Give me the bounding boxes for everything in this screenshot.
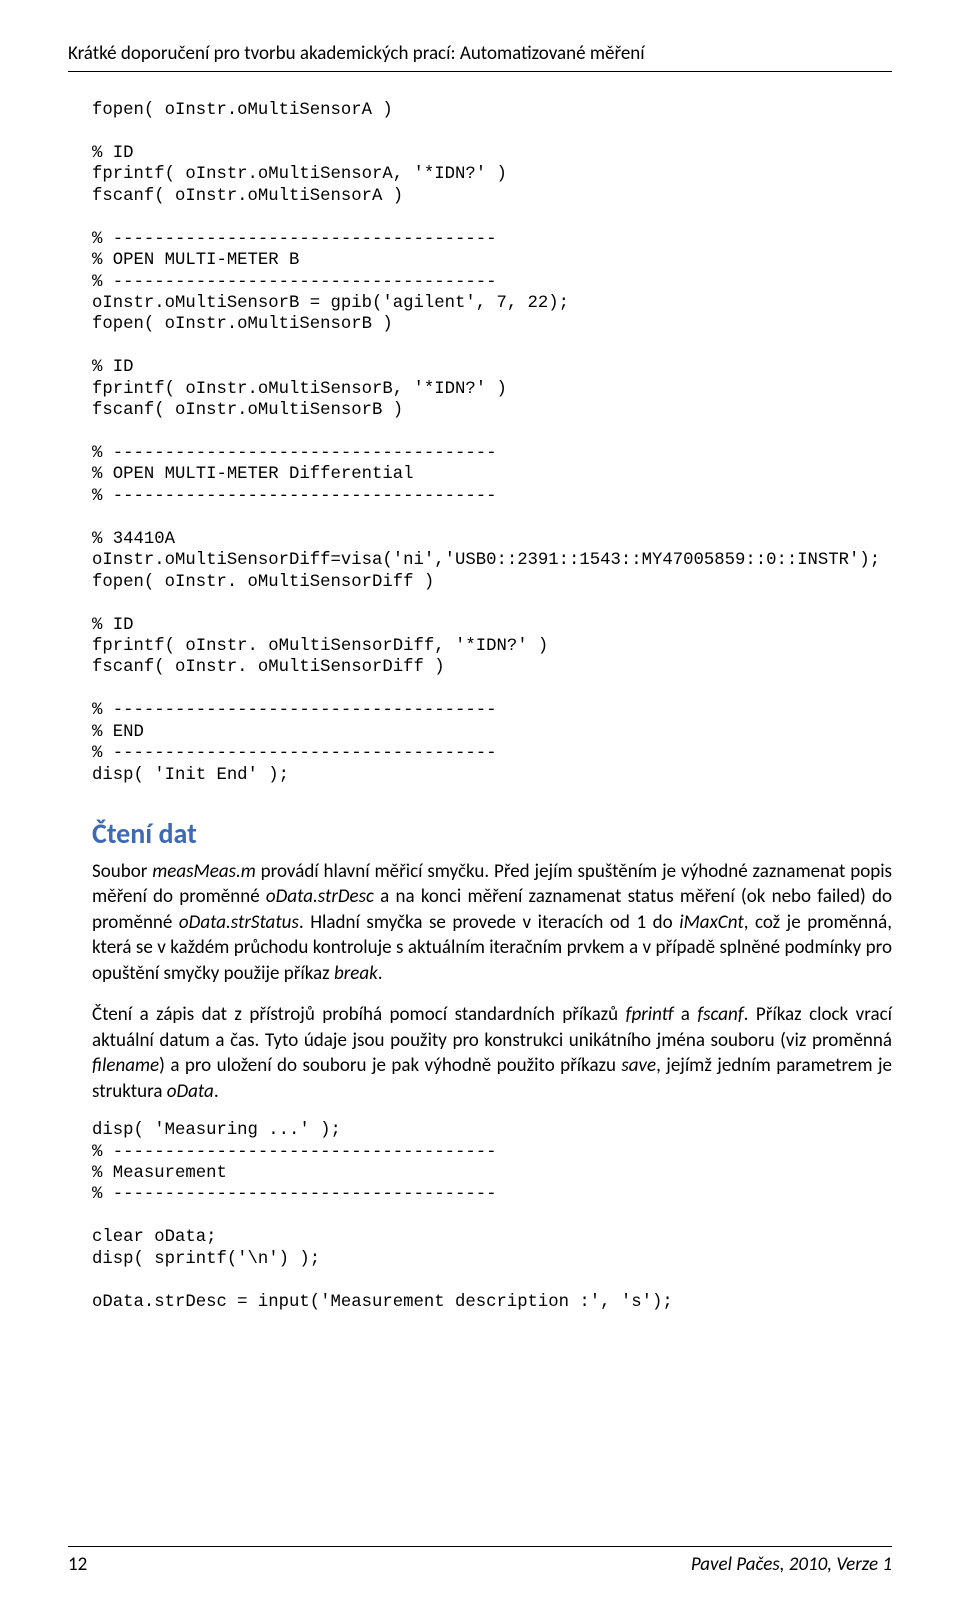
inline-code: oData xyxy=(167,1080,214,1103)
page: Krátké doporučení pro tvorbu akademickýc… xyxy=(0,0,960,1616)
inline-code: fprintf xyxy=(626,1003,674,1026)
inline-code: measMeas.m xyxy=(152,860,256,883)
text: a xyxy=(673,1003,697,1026)
text: Čtení a zápis dat z přístrojů probíhá po… xyxy=(92,1003,626,1026)
inline-code: oData.strDesc xyxy=(266,885,374,908)
page-footer: 12 Pavel Pačes, 2010, Verze 1 xyxy=(68,1546,892,1576)
code-block-measure: disp( 'Measuring ...' ); % -------------… xyxy=(92,1120,892,1313)
text: . xyxy=(378,962,383,985)
inline-code: fscanf xyxy=(697,1003,743,1026)
section-heading: Čtení dat xyxy=(92,816,892,851)
text: . Hladní smyčka se provede v iteracích o… xyxy=(299,911,679,934)
code-block-init: fopen( oInstr.oMultiSensorA ) % ID fprin… xyxy=(92,100,892,786)
text: ) a pro uložení do souboru je pak výhodn… xyxy=(159,1054,621,1077)
inline-code: oData.strStatus xyxy=(179,911,299,934)
footer-author: Pavel Pačes, 2010, Verze 1 xyxy=(691,1553,892,1576)
page-number: 12 xyxy=(68,1553,87,1576)
content-area: fopen( oInstr.oMultiSensorA ) % ID fprin… xyxy=(92,100,892,1313)
inline-code: break xyxy=(334,962,378,985)
paragraph-2: Čtení a zápis dat z přístrojů probíhá po… xyxy=(92,1002,892,1104)
inline-code: iMaxCnt xyxy=(679,911,743,934)
running-header: Krátké doporučení pro tvorbu akademickýc… xyxy=(68,42,892,72)
text: Soubor xyxy=(92,860,152,883)
inline-code: save xyxy=(621,1054,656,1077)
inline-code: filename xyxy=(92,1054,159,1077)
text: . xyxy=(214,1080,219,1103)
paragraph-1: Soubor measMeas.m provádí hlavní měřicí … xyxy=(92,859,892,986)
